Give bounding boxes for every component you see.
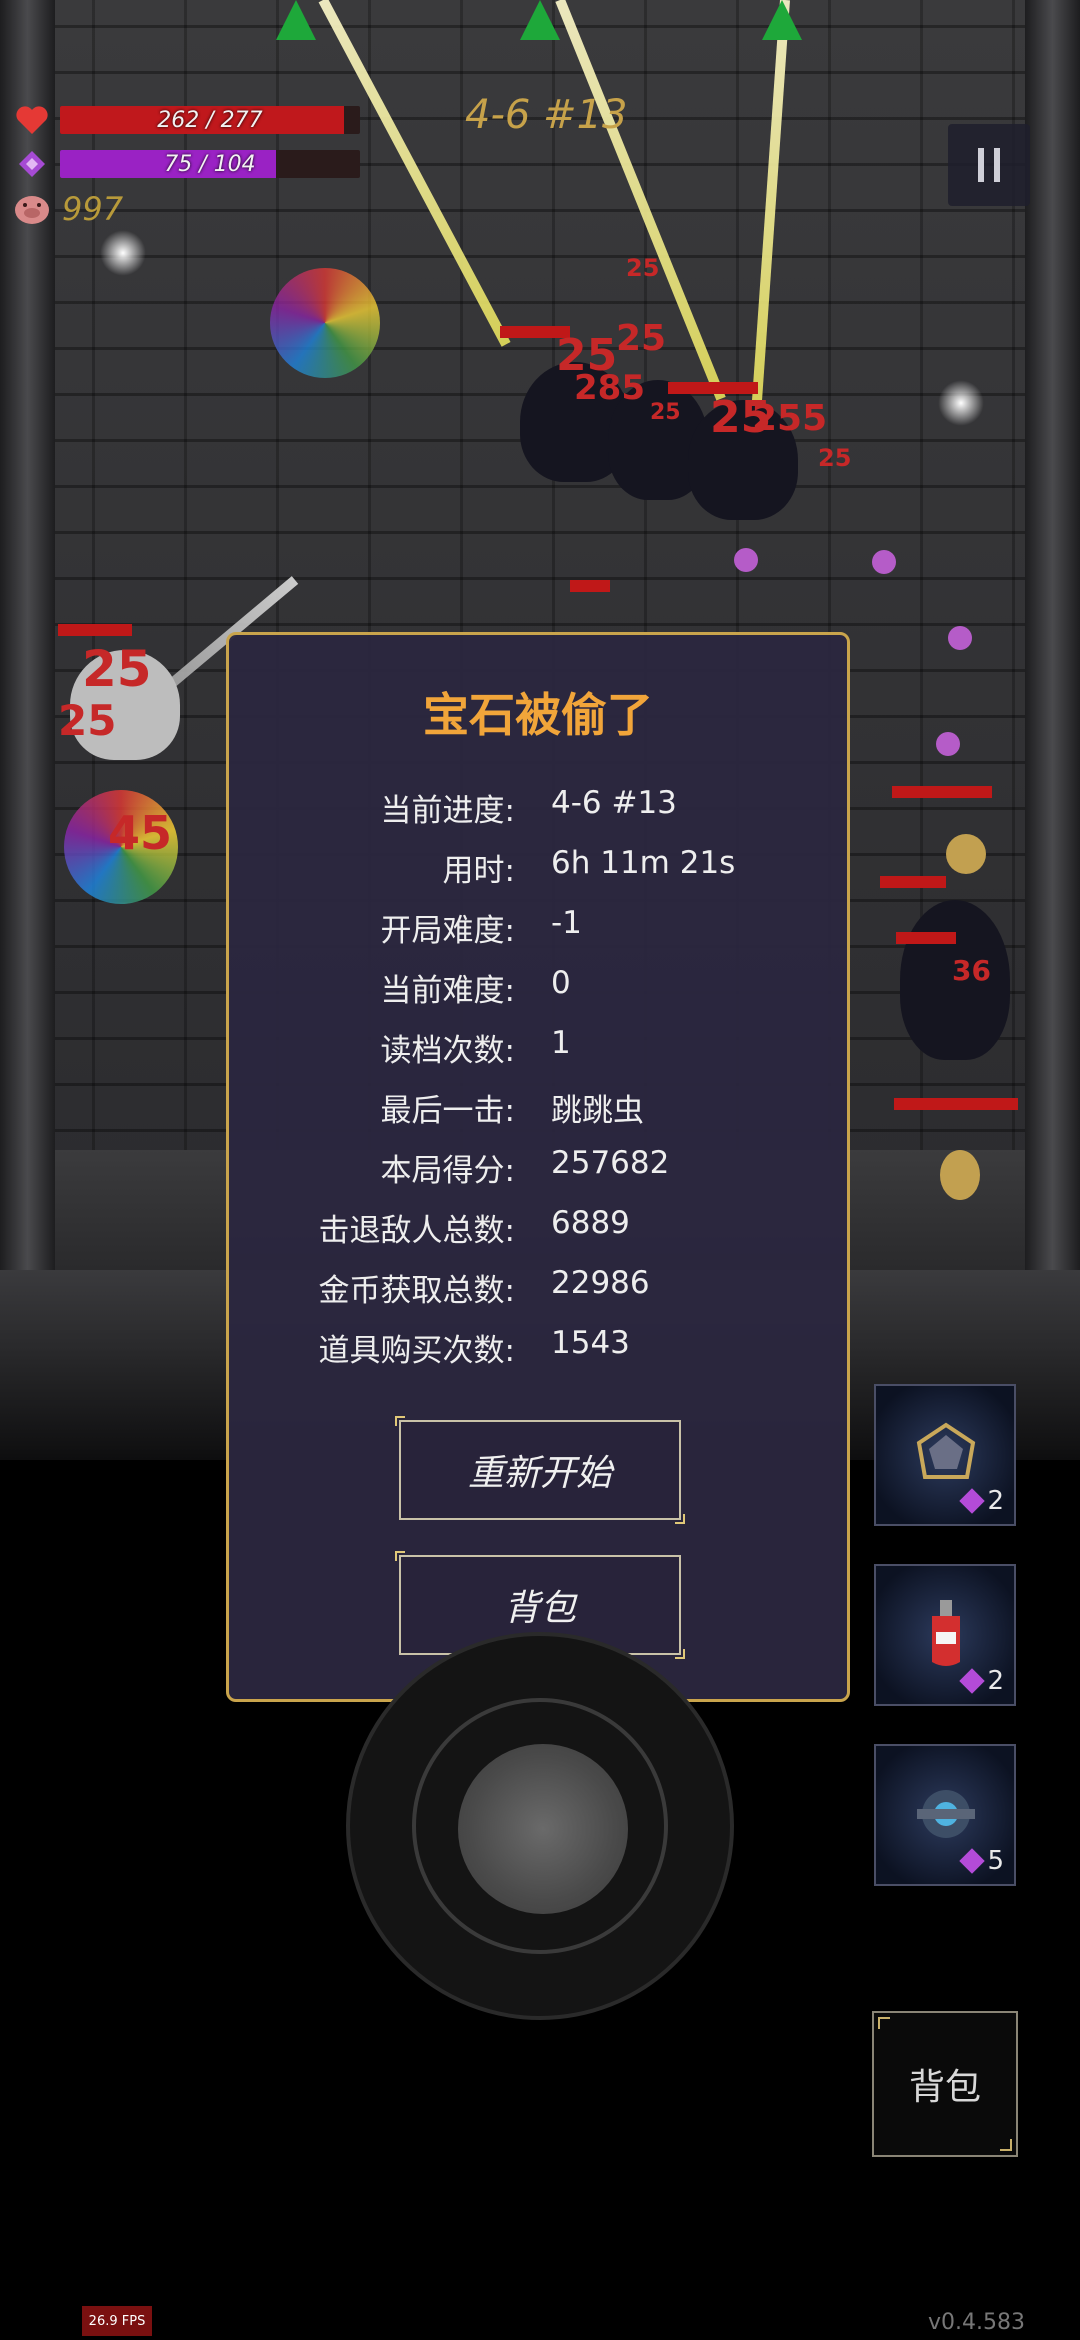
item-slot-1[interactable]: 2	[874, 1384, 1016, 1526]
virtual-joystick[interactable]	[346, 1632, 734, 2020]
damage-number: 255	[752, 398, 828, 439]
stat-row-enemies-defeated: 击退敌人总数: 6889	[229, 1205, 853, 1251]
sparkle	[100, 230, 146, 276]
stat-label: 金币获取总数:	[318, 1273, 515, 1309]
pause-button[interactable]	[948, 124, 1030, 206]
stat-row-items-purchased: 道具购买次数: 1543	[229, 1325, 853, 1371]
red-potion-icon	[906, 1594, 986, 1674]
stat-label: 当前进度:	[380, 793, 515, 829]
stat-label: 用时:	[442, 853, 515, 889]
mana-row: 75 / 104	[12, 146, 360, 182]
damage-number: 285	[574, 368, 645, 408]
health-row: 262 / 277	[12, 102, 360, 138]
purple-projectile	[948, 626, 972, 650]
jumping-bug-enemy	[940, 1150, 980, 1200]
right-rock-wall	[1025, 0, 1080, 1270]
gem-icon	[959, 1848, 986, 1874]
sparkle	[938, 380, 984, 426]
enemy-health-bar	[894, 1098, 1018, 1110]
damage-number: 36	[952, 954, 991, 987]
version-label: v0.4.583	[928, 2310, 1025, 2335]
mana-value: 75 / 104	[164, 151, 256, 177]
pause-icon	[994, 148, 1000, 182]
joystick-knob[interactable]	[458, 1744, 628, 1914]
enemy-health-bar	[896, 932, 956, 944]
stat-value: 4-6 #13	[551, 785, 677, 821]
rainbow-orb	[270, 268, 380, 378]
stat-label: 读档次数:	[380, 1033, 515, 1069]
item-slot-3[interactable]: 5	[874, 1744, 1016, 1886]
damage-number: 45	[108, 806, 173, 860]
coin-count: 997	[62, 190, 124, 228]
stat-row-current-difficulty: 当前难度: 0	[229, 965, 853, 1011]
restart-button[interactable]: 重新开始	[395, 1416, 685, 1524]
enemy-health-bar	[570, 580, 610, 592]
stat-row-score: 本局得分: 257682	[229, 1145, 853, 1191]
heart-icon	[12, 102, 52, 138]
stat-value: 22986	[551, 1265, 650, 1301]
stat-value: -1	[551, 905, 582, 941]
item-count: 2	[959, 1666, 1004, 1696]
enemy-health-bar	[58, 624, 132, 636]
item-count: 5	[959, 1846, 1004, 1876]
stat-value: 1543	[551, 1325, 630, 1361]
stat-value: 跳跳虫	[551, 1093, 644, 1129]
stat-label: 击退敌人总数:	[318, 1213, 515, 1249]
stat-value: 1	[551, 1025, 571, 1061]
damage-number: 25	[82, 640, 152, 698]
stat-row-time: 用时: 6h 11m 21s	[229, 845, 853, 891]
mana-bar: 75 / 104	[60, 150, 360, 178]
stat-label: 开局难度:	[380, 913, 515, 949]
stat-label: 当前难度:	[380, 973, 515, 1009]
purple-projectile	[936, 732, 960, 756]
stat-label: 本局得分:	[380, 1153, 515, 1189]
stat-value: 0	[551, 965, 571, 1001]
game-over-dialog: 宝石被偷了 当前进度: 4-6 #13 用时: 6h 11m 21s 开局难度:…	[226, 632, 850, 1702]
item-count: 2	[959, 1486, 1004, 1516]
damage-number: 25	[616, 318, 667, 359]
health-value: 262 / 277	[157, 107, 263, 133]
damage-number: 25	[58, 696, 117, 745]
mana-gem-icon	[12, 146, 52, 182]
pause-icon	[978, 148, 984, 182]
offscreen-indicator-arrow	[520, 0, 560, 40]
stat-value: 6889	[551, 1205, 630, 1241]
offscreen-indicator-arrow	[762, 0, 802, 40]
stat-row-last-hit: 最后一击: 跳跳虫	[229, 1085, 853, 1131]
stat-value: 257682	[551, 1145, 670, 1181]
damage-number: 25	[818, 444, 852, 472]
coin-row: 997	[12, 190, 123, 228]
gem-icon	[959, 1488, 986, 1514]
stat-row-start-difficulty: 开局难度: -1	[229, 905, 853, 951]
pig-icon	[12, 191, 52, 227]
stat-value: 6h 11m 21s	[551, 845, 736, 881]
offscreen-indicator-arrow	[276, 0, 316, 40]
fps-counter: 26.9 FPS	[82, 2306, 152, 2336]
damage-number: 25	[626, 254, 660, 282]
crystal-cage-icon	[906, 1414, 986, 1494]
stat-row-load-count: 读档次数: 1	[229, 1025, 853, 1071]
damage-number: 25	[650, 400, 681, 425]
backpack-button[interactable]: 背包	[872, 2011, 1018, 2157]
health-bar: 262 / 277	[60, 106, 360, 134]
stat-label: 道具购买次数:	[318, 1333, 515, 1369]
gem-icon	[959, 1668, 986, 1694]
stat-row-coins-earned: 金币获取总数: 22986	[229, 1265, 853, 1311]
enemy-health-bar	[880, 876, 946, 888]
jumping-bug-enemy	[946, 834, 986, 874]
stat-row-progress: 当前进度: 4-6 #13	[229, 785, 853, 831]
level-indicator: 4-6 #13	[465, 92, 628, 138]
stat-label: 最后一击:	[380, 1093, 515, 1129]
item-slot-2[interactable]: 2	[874, 1564, 1016, 1706]
purple-projectile	[734, 548, 758, 572]
purple-projectile	[872, 550, 896, 574]
enemy-health-bar	[892, 786, 992, 798]
blue-orb-device-icon	[906, 1774, 986, 1854]
dialog-title: 宝石被偷了	[423, 688, 653, 742]
